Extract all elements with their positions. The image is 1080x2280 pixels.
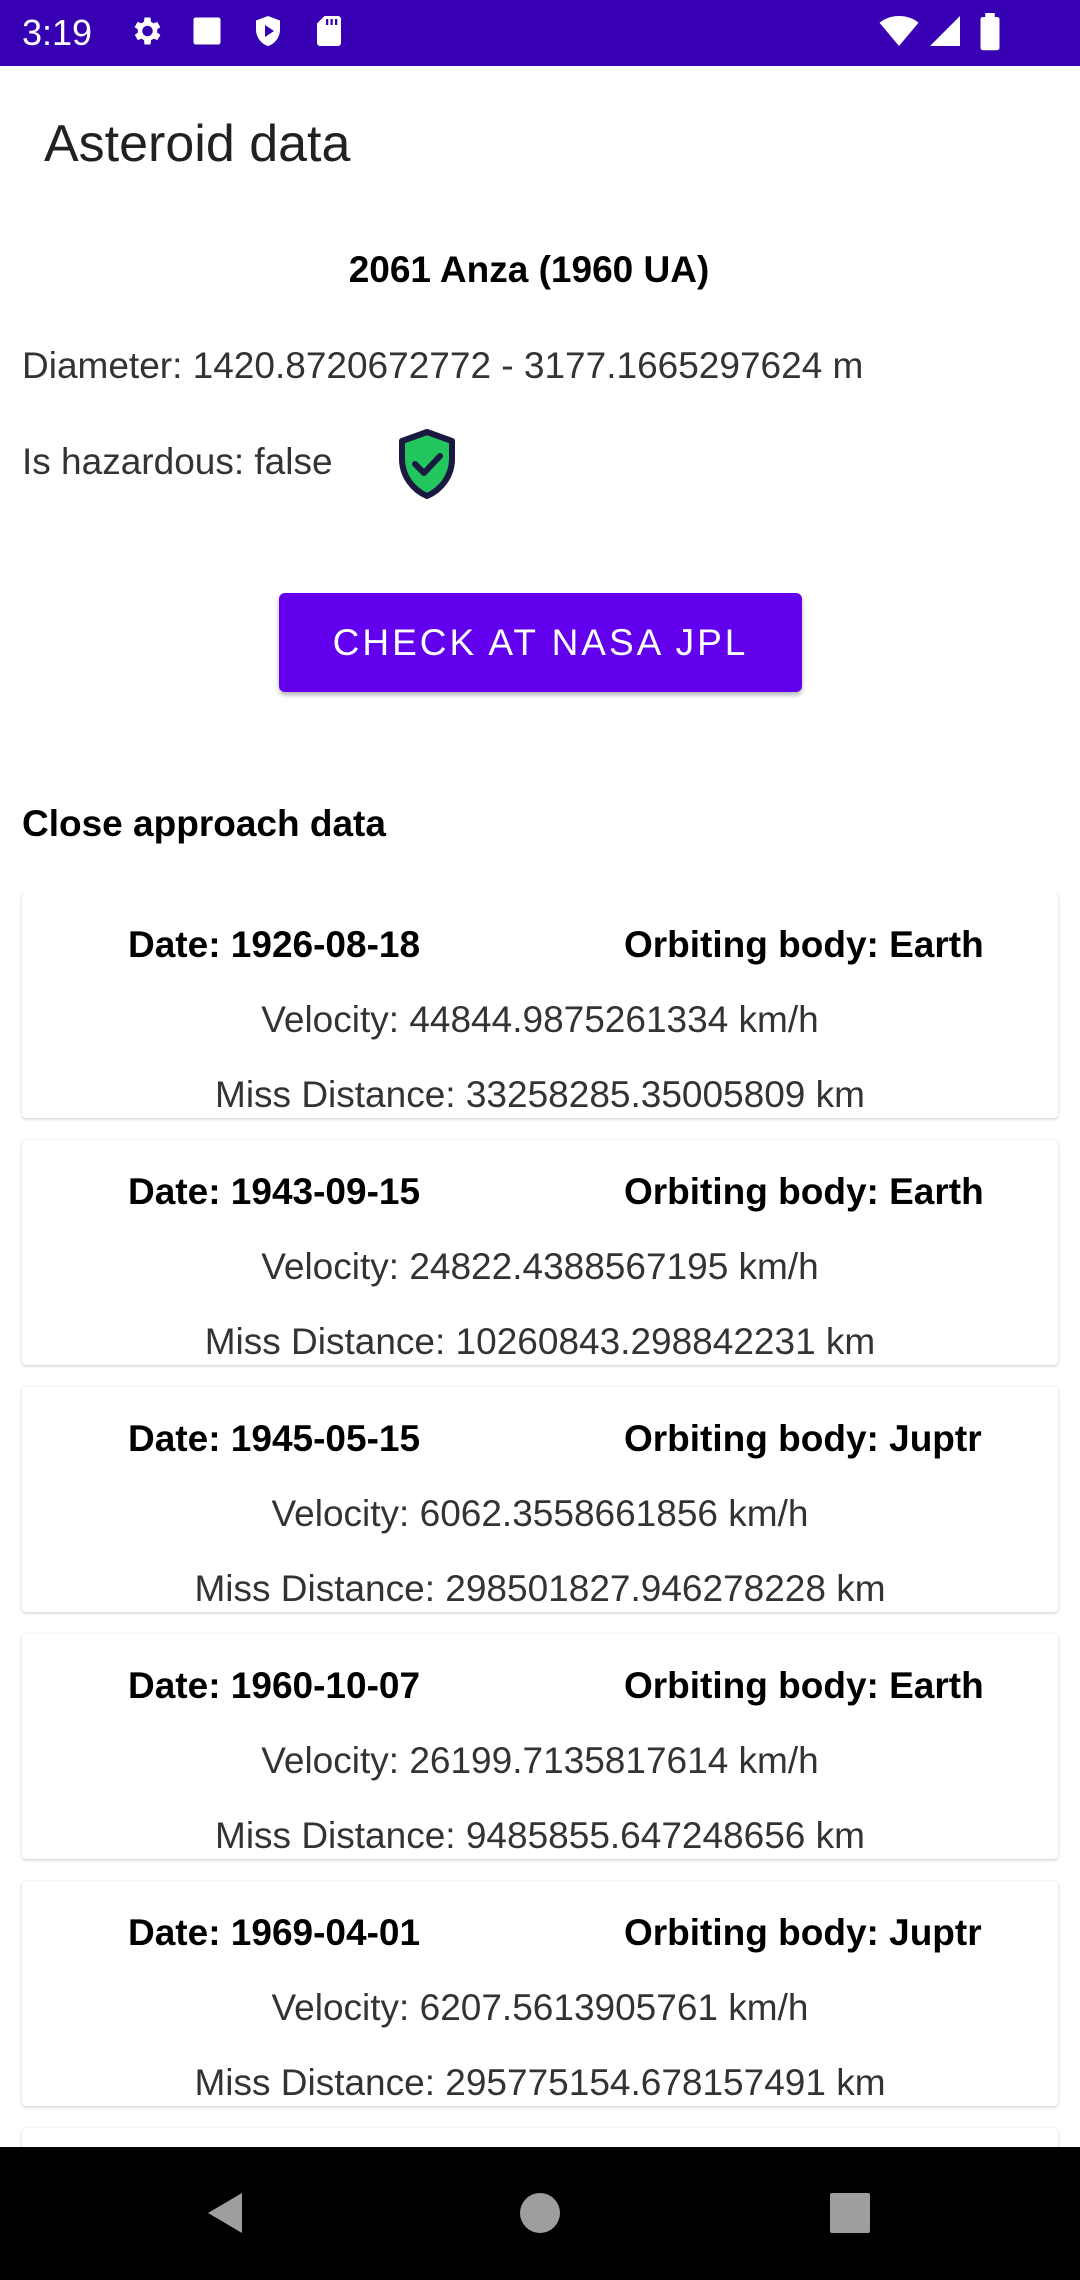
square-icon bbox=[189, 13, 225, 49]
approach-miss-distance: Miss Distance: 295775154.678157491 km bbox=[194, 2062, 886, 2103]
approach-card: Date: 1943-09-15 Orbiting body: Earth Ve… bbox=[22, 1140, 1058, 1365]
wifi-icon bbox=[878, 13, 920, 49]
approach-velocity: Velocity: 24822.4388567195 km/h bbox=[261, 1246, 819, 1287]
play-shield-icon bbox=[250, 13, 286, 49]
status-bar: 3:19 bbox=[0, 0, 1080, 66]
recents-icon[interactable] bbox=[820, 2183, 880, 2243]
signal-icon bbox=[927, 13, 963, 49]
sd-card-icon bbox=[311, 13, 347, 49]
approach-card: Date: 1969-04-01 Orbiting body: Juptr Ve… bbox=[22, 1881, 1058, 2106]
approach-miss-distance: Miss Distance: 10260843.298842231 km bbox=[204, 1321, 876, 1362]
approach-date: Date: 1960-10-07 bbox=[128, 1665, 421, 1706]
approach-card: Date: 1960-10-07 Orbiting body: Earth Ve… bbox=[22, 1634, 1058, 1859]
approach-orbiting-body: Orbiting body: Earth bbox=[624, 1171, 984, 1212]
battery-icon bbox=[978, 13, 1002, 51]
approach-date: Date: 1945-05-15 bbox=[128, 1418, 421, 1459]
approach-date: Date: 1969-04-01 bbox=[128, 1912, 421, 1953]
approach-list: Date: 1926-08-18 Orbiting body: Earth Ve… bbox=[22, 893, 1058, 2147]
diameter-text: Diameter: 1420.8720672772 - 3177.1665297… bbox=[22, 345, 864, 386]
close-approach-header: Close approach data bbox=[22, 803, 386, 844]
approach-orbiting-body: Orbiting body: Earth bbox=[624, 924, 984, 965]
approach-card: Date: 1926-08-18 Orbiting body: Earth Ve… bbox=[22, 893, 1058, 1118]
approach-date: Date: 1943-09-15 bbox=[128, 1171, 421, 1212]
page-title: Asteroid data bbox=[44, 115, 351, 173]
approach-card bbox=[22, 2128, 1058, 2147]
approach-orbiting-body: Orbiting body: Juptr bbox=[624, 1912, 982, 1953]
approach-velocity: Velocity: 6207.5613905761 km/h bbox=[271, 1987, 809, 2028]
approach-velocity: Velocity: 6062.3558661856 km/h bbox=[271, 1493, 809, 1534]
navigation-bar bbox=[0, 2147, 1080, 2280]
status-time: 3:19 bbox=[22, 12, 93, 53]
approach-card: Date: 1945-05-15 Orbiting body: Juptr Ve… bbox=[22, 1387, 1058, 1612]
approach-miss-distance: Miss Distance: 9485855.647248656 km bbox=[215, 1815, 865, 1856]
approach-miss-distance: Miss Distance: 33258285.35005809 km bbox=[215, 1074, 865, 1115]
screen: 3:19 Asteroid data 2061 Anza (1960 UA) D… bbox=[0, 0, 1080, 2280]
home-icon[interactable] bbox=[510, 2183, 570, 2243]
shield-check-icon bbox=[396, 428, 458, 500]
approach-orbiting-body: Orbiting body: Earth bbox=[624, 1665, 984, 1706]
asteroid-name: 2061 Anza (1960 UA) bbox=[348, 249, 710, 290]
hazardous-text: Is hazardous: false bbox=[22, 441, 333, 482]
approach-orbiting-body: Orbiting body: Juptr bbox=[624, 1418, 982, 1459]
approach-list-viewport[interactable]: Date: 1926-08-18 Orbiting body: Earth Ve… bbox=[0, 893, 1080, 2147]
app-bar: Asteroid data bbox=[0, 66, 1080, 226]
approach-date: Date: 1926-08-18 bbox=[128, 924, 421, 965]
approach-velocity: Velocity: 44844.9875261334 km/h bbox=[261, 999, 819, 1040]
approach-miss-distance: Miss Distance: 298501827.946278228 km bbox=[194, 1568, 886, 1609]
gear-icon bbox=[128, 13, 164, 49]
hazard-row: Is hazardous: false bbox=[22, 428, 622, 500]
approach-velocity: Velocity: 26199.7135817614 km/h bbox=[261, 1740, 819, 1781]
check-nasa-jpl-button[interactable]: CHECK AT NASA JPL bbox=[279, 593, 802, 692]
back-icon[interactable] bbox=[196, 2183, 256, 2243]
